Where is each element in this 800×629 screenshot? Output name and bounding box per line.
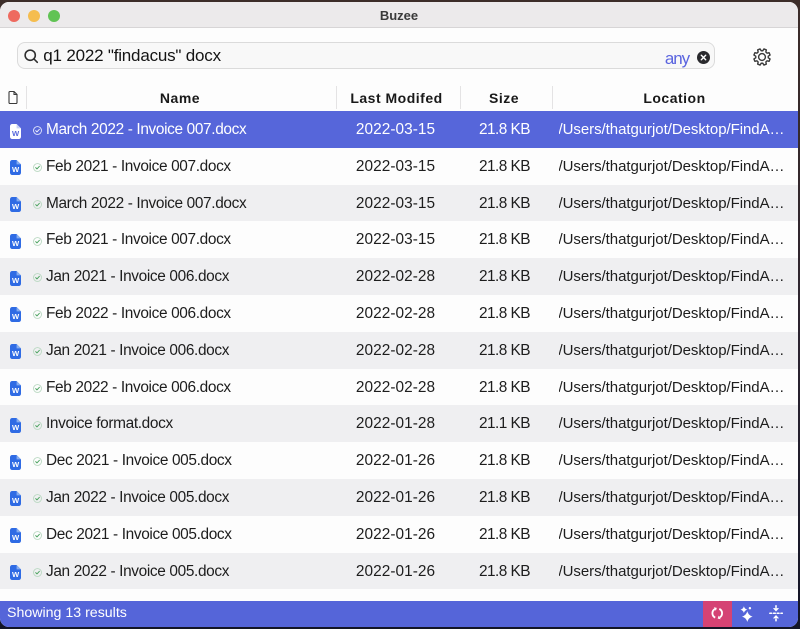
svg-text:W: W	[12, 276, 20, 285]
svg-text:W: W	[12, 460, 20, 469]
svg-text:W: W	[12, 533, 20, 542]
svg-text:W: W	[12, 423, 20, 432]
svg-text:W: W	[12, 165, 20, 174]
svg-text:W: W	[12, 128, 20, 137]
svg-text:W: W	[12, 386, 20, 395]
svg-text:W: W	[12, 312, 20, 321]
svg-text:W: W	[12, 202, 20, 211]
svg-text:W: W	[12, 349, 20, 358]
svg-text:W: W	[12, 496, 20, 505]
svg-text:W: W	[12, 570, 20, 579]
svg-text:W: W	[12, 239, 20, 248]
